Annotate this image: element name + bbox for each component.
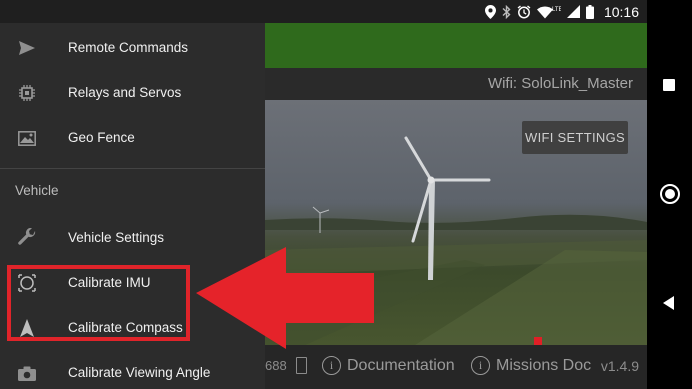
svg-text:LTE: LTE xyxy=(552,7,561,13)
info-icon: i xyxy=(471,356,490,375)
drawer-item-label: Calibrate Viewing Angle xyxy=(68,365,211,380)
drawer-item-label: Geo Fence xyxy=(68,130,135,145)
alarm-icon xyxy=(517,4,531,18)
back-button[interactable] xyxy=(663,296,674,310)
recents-button[interactable] xyxy=(663,79,675,91)
app-toolbar xyxy=(265,23,647,68)
bluetooth-icon xyxy=(502,4,511,19)
drawer-item-relays-servos[interactable]: Relays and Servos xyxy=(0,70,265,115)
send-icon xyxy=(17,38,37,58)
camera-icon xyxy=(17,363,37,383)
android-nav-bar xyxy=(647,0,692,389)
wrench-icon xyxy=(17,228,37,248)
location-icon xyxy=(484,4,496,19)
pointer-arrow-icon xyxy=(196,247,374,349)
drawer-item-label: Remote Commands xyxy=(68,40,189,55)
status-bar: LTE 10:16 xyxy=(0,0,647,23)
drawer-item-remote-commands[interactable]: Remote Commands xyxy=(0,25,265,70)
home-button[interactable] xyxy=(660,184,680,204)
drawer-item-label: Relays and Servos xyxy=(68,85,182,100)
app-screen: LTE 10:16 Wifi: SoloLink_Master WIFI SET… xyxy=(0,0,647,389)
version-label: v1.4.9 xyxy=(600,358,639,374)
drawer-item-label: Vehicle Settings xyxy=(68,230,165,245)
wifi-lte-icon: LTE xyxy=(536,6,561,18)
battery-icon xyxy=(585,4,594,19)
wifi-status-bar: Wifi: SoloLink_Master xyxy=(265,68,647,100)
chip-icon xyxy=(17,83,37,103)
drawer-item-geo-fence[interactable]: Geo Fence xyxy=(0,115,265,160)
clock: 10:16 xyxy=(603,3,639,20)
status-icons: LTE 10:16 xyxy=(484,0,647,23)
drawer-divider xyxy=(0,168,265,169)
wifi-settings-button[interactable]: WIFI SETTINGS xyxy=(522,121,628,154)
section-header-vehicle: Vehicle xyxy=(15,183,59,198)
recording-marker xyxy=(534,337,542,345)
highlight-box xyxy=(7,265,190,341)
wifi-label: Wifi: SoloLink_Master xyxy=(487,75,633,92)
missions-doc-link[interactable]: i Missions Doc xyxy=(471,356,591,375)
missions-doc-label: Missions Doc xyxy=(496,356,592,374)
map-icon xyxy=(17,128,37,148)
signal-icon xyxy=(566,5,580,18)
